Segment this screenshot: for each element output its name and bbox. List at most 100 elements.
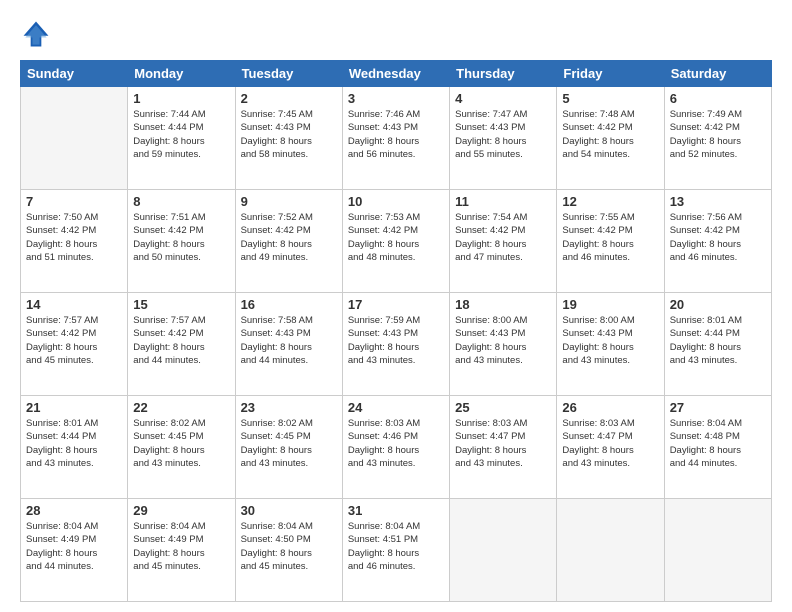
day-number: 21 bbox=[26, 400, 122, 415]
calendar-cell: 19 Sunrise: 8:00 AM Sunset: 4:43 PM Dayli… bbox=[557, 293, 664, 396]
calendar-cell: 18 Sunrise: 8:00 AM Sunset: 4:43 PM Dayli… bbox=[450, 293, 557, 396]
day-info: Sunrise: 7:55 AM Sunset: 4:42 PM Dayligh… bbox=[562, 211, 658, 264]
calendar-cell: 12 Sunrise: 7:55 AM Sunset: 4:42 PM Dayli… bbox=[557, 190, 664, 293]
calendar-cell: 27 Sunrise: 8:04 AM Sunset: 4:48 PM Dayli… bbox=[664, 396, 771, 499]
calendar-cell: 25Sunrise: 8:03 AM Sunset: 4:47 PM Dayli… bbox=[450, 396, 557, 499]
day-info: Sunrise: 7:51 AM Sunset: 4:42 PM Dayligh… bbox=[133, 211, 229, 264]
calendar-cell: 29 Sunrise: 8:04 AM Sunset: 4:49 PM Dayli… bbox=[128, 499, 235, 602]
day-number: 25 bbox=[455, 400, 551, 415]
week-row-5: 28Sunrise: 8:04 AM Sunset: 4:49 PM Dayli… bbox=[21, 499, 772, 602]
day-number: 5 bbox=[562, 91, 658, 106]
day-info: Sunrise: 8:04 AM Sunset: 4:49 PM Dayligh… bbox=[26, 520, 122, 573]
day-number: 26 bbox=[562, 400, 658, 415]
day-info: Sunrise: 8:02 AM Sunset: 4:45 PM Dayligh… bbox=[133, 417, 229, 470]
calendar-cell: 3 Sunrise: 7:46 AM Sunset: 4:43 PM Daylig… bbox=[342, 87, 449, 190]
day-number: 8 bbox=[133, 194, 229, 209]
calendar-cell: 4Sunrise: 7:47 AM Sunset: 4:43 PM Daylig… bbox=[450, 87, 557, 190]
weekday-header-friday: Friday bbox=[557, 61, 664, 87]
weekday-header-thursday: Thursday bbox=[450, 61, 557, 87]
calendar-cell bbox=[450, 499, 557, 602]
day-info: Sunrise: 7:53 AM Sunset: 4:42 PM Dayligh… bbox=[348, 211, 444, 264]
day-info: Sunrise: 8:01 AM Sunset: 4:44 PM Dayligh… bbox=[670, 314, 766, 367]
day-number: 3 bbox=[348, 91, 444, 106]
day-number: 20 bbox=[670, 297, 766, 312]
calendar-cell: 7 Sunrise: 7:50 AM Sunset: 4:42 PM Daylig… bbox=[21, 190, 128, 293]
calendar-cell: 15 Sunrise: 7:57 AM Sunset: 4:42 PM Dayli… bbox=[128, 293, 235, 396]
calendar-cell: 20 Sunrise: 8:01 AM Sunset: 4:44 PM Dayli… bbox=[664, 293, 771, 396]
calendar-cell: 21Sunrise: 8:01 AM Sunset: 4:44 PM Dayli… bbox=[21, 396, 128, 499]
day-number: 31 bbox=[348, 503, 444, 518]
day-number: 24 bbox=[348, 400, 444, 415]
day-number: 23 bbox=[241, 400, 337, 415]
calendar-cell: 11 Sunrise: 7:54 AM Sunset: 4:42 PM Dayli… bbox=[450, 190, 557, 293]
page: SundayMondayTuesdayWednesdayThursdayFrid… bbox=[0, 0, 792, 612]
day-info: Sunrise: 8:04 AM Sunset: 4:50 PM Dayligh… bbox=[241, 520, 337, 573]
calendar-table: SundayMondayTuesdayWednesdayThursdayFrid… bbox=[20, 60, 772, 602]
calendar-cell: 6 Sunrise: 7:49 AM Sunset: 4:42 PM Daylig… bbox=[664, 87, 771, 190]
day-info: Sunrise: 8:04 AM Sunset: 4:48 PM Dayligh… bbox=[670, 417, 766, 470]
day-number: 12 bbox=[562, 194, 658, 209]
day-info: Sunrise: 7:44 AM Sunset: 4:44 PM Dayligh… bbox=[133, 108, 229, 161]
day-info: Sunrise: 7:56 AM Sunset: 4:42 PM Dayligh… bbox=[670, 211, 766, 264]
calendar-cell: 23 Sunrise: 8:02 AM Sunset: 4:45 PM Dayli… bbox=[235, 396, 342, 499]
logo bbox=[20, 18, 56, 50]
day-info: Sunrise: 7:47 AM Sunset: 4:43 PM Dayligh… bbox=[455, 108, 551, 161]
day-info: Sunrise: 7:58 AM Sunset: 4:43 PM Dayligh… bbox=[241, 314, 337, 367]
day-info: Sunrise: 7:45 AM Sunset: 4:43 PM Dayligh… bbox=[241, 108, 337, 161]
day-number: 11 bbox=[455, 194, 551, 209]
weekday-header-tuesday: Tuesday bbox=[235, 61, 342, 87]
day-number: 6 bbox=[670, 91, 766, 106]
day-number: 30 bbox=[241, 503, 337, 518]
calendar-cell: 1 Sunrise: 7:44 AM Sunset: 4:44 PM Daylig… bbox=[128, 87, 235, 190]
weekday-header-sunday: Sunday bbox=[21, 61, 128, 87]
day-info: Sunrise: 7:54 AM Sunset: 4:42 PM Dayligh… bbox=[455, 211, 551, 264]
day-info: Sunrise: 7:48 AM Sunset: 4:42 PM Dayligh… bbox=[562, 108, 658, 161]
calendar-cell: 30 Sunrise: 8:04 AM Sunset: 4:50 PM Dayli… bbox=[235, 499, 342, 602]
calendar-cell: 17Sunrise: 7:59 AM Sunset: 4:43 PM Dayli… bbox=[342, 293, 449, 396]
week-row-1: 1 Sunrise: 7:44 AM Sunset: 4:44 PM Daylig… bbox=[21, 87, 772, 190]
day-info: Sunrise: 8:00 AM Sunset: 4:43 PM Dayligh… bbox=[455, 314, 551, 367]
day-number: 10 bbox=[348, 194, 444, 209]
week-row-4: 21Sunrise: 8:01 AM Sunset: 4:44 PM Dayli… bbox=[21, 396, 772, 499]
calendar-cell: 13Sunrise: 7:56 AM Sunset: 4:42 PM Dayli… bbox=[664, 190, 771, 293]
day-info: Sunrise: 8:04 AM Sunset: 4:49 PM Dayligh… bbox=[133, 520, 229, 573]
day-info: Sunrise: 7:49 AM Sunset: 4:42 PM Dayligh… bbox=[670, 108, 766, 161]
day-info: Sunrise: 7:52 AM Sunset: 4:42 PM Dayligh… bbox=[241, 211, 337, 264]
day-number: 27 bbox=[670, 400, 766, 415]
day-number: 18 bbox=[455, 297, 551, 312]
day-info: Sunrise: 7:50 AM Sunset: 4:42 PM Dayligh… bbox=[26, 211, 122, 264]
week-row-2: 7 Sunrise: 7:50 AM Sunset: 4:42 PM Daylig… bbox=[21, 190, 772, 293]
day-number: 9 bbox=[241, 194, 337, 209]
weekday-header-wednesday: Wednesday bbox=[342, 61, 449, 87]
calendar-cell: 24 Sunrise: 8:03 AM Sunset: 4:46 PM Dayli… bbox=[342, 396, 449, 499]
day-number: 17 bbox=[348, 297, 444, 312]
day-number: 7 bbox=[26, 194, 122, 209]
calendar-cell: 2Sunrise: 7:45 AM Sunset: 4:43 PM Daylig… bbox=[235, 87, 342, 190]
calendar-cell: 26 Sunrise: 8:03 AM Sunset: 4:47 PM Dayli… bbox=[557, 396, 664, 499]
day-info: Sunrise: 8:03 AM Sunset: 4:46 PM Dayligh… bbox=[348, 417, 444, 470]
calendar-cell bbox=[557, 499, 664, 602]
calendar-cell: 10 Sunrise: 7:53 AM Sunset: 4:42 PM Dayli… bbox=[342, 190, 449, 293]
day-info: Sunrise: 7:46 AM Sunset: 4:43 PM Dayligh… bbox=[348, 108, 444, 161]
calendar-cell: 8 Sunrise: 7:51 AM Sunset: 4:42 PM Daylig… bbox=[128, 190, 235, 293]
calendar-cell bbox=[21, 87, 128, 190]
header bbox=[20, 18, 772, 50]
day-info: Sunrise: 7:57 AM Sunset: 4:42 PM Dayligh… bbox=[133, 314, 229, 367]
calendar-cell: 31 Sunrise: 8:04 AM Sunset: 4:51 PM Dayli… bbox=[342, 499, 449, 602]
calendar-cell: 22 Sunrise: 8:02 AM Sunset: 4:45 PM Dayli… bbox=[128, 396, 235, 499]
day-number: 19 bbox=[562, 297, 658, 312]
calendar-cell: 5 Sunrise: 7:48 AM Sunset: 4:42 PM Daylig… bbox=[557, 87, 664, 190]
calendar-cell: 28Sunrise: 8:04 AM Sunset: 4:49 PM Dayli… bbox=[21, 499, 128, 602]
day-number: 29 bbox=[133, 503, 229, 518]
day-number: 1 bbox=[133, 91, 229, 106]
day-number: 15 bbox=[133, 297, 229, 312]
day-info: Sunrise: 7:57 AM Sunset: 4:42 PM Dayligh… bbox=[26, 314, 122, 367]
day-number: 22 bbox=[133, 400, 229, 415]
day-info: Sunrise: 8:00 AM Sunset: 4:43 PM Dayligh… bbox=[562, 314, 658, 367]
day-info: Sunrise: 8:04 AM Sunset: 4:51 PM Dayligh… bbox=[348, 520, 444, 573]
calendar-cell bbox=[664, 499, 771, 602]
calendar-cell: 14Sunrise: 7:57 AM Sunset: 4:42 PM Dayli… bbox=[21, 293, 128, 396]
weekday-header-monday: Monday bbox=[128, 61, 235, 87]
day-info: Sunrise: 8:02 AM Sunset: 4:45 PM Dayligh… bbox=[241, 417, 337, 470]
day-info: Sunrise: 8:03 AM Sunset: 4:47 PM Dayligh… bbox=[562, 417, 658, 470]
